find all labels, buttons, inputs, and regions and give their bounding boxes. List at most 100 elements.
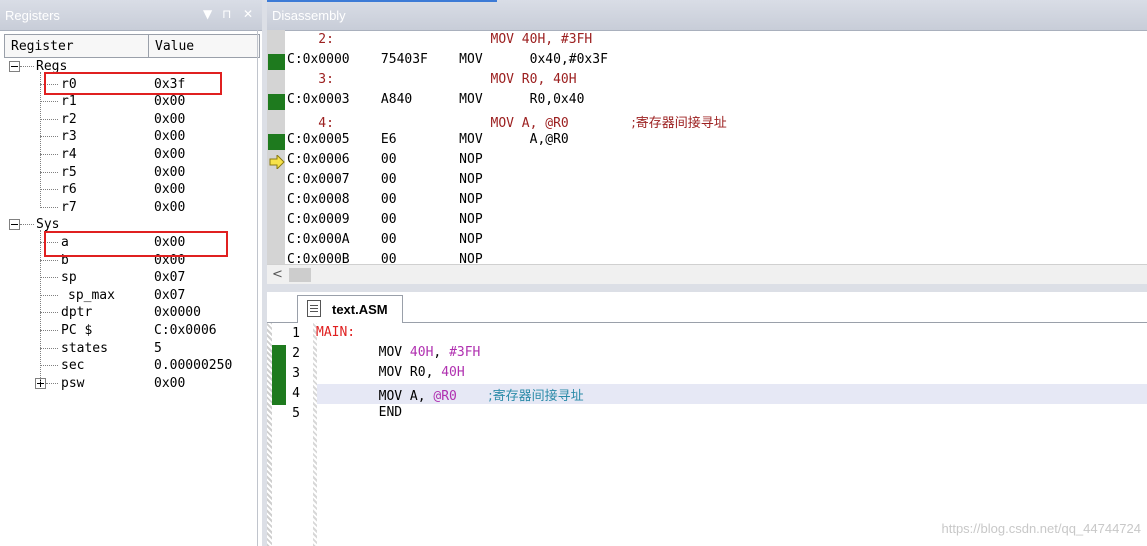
comment-text: ;寄存器间接寻址 [631, 116, 727, 131]
register-row[interactable]: r6 0x00 [0, 181, 258, 198]
disassembly-gutter [267, 30, 285, 264]
register-value: 0x0000 [154, 305, 201, 321]
register-value: C:0x0006 [154, 323, 217, 338]
tree-connector [40, 136, 58, 138]
code-token: MOV A, [316, 389, 434, 404]
register-row[interactable]: r4 0x00 [0, 146, 258, 163]
source-line[interactable]: 4: MOV A, @R0 ;寄存器间接寻址 [287, 112, 727, 132]
register-value: 0x00 [154, 94, 186, 110]
line-text: C:0x0003 A840 MOV R0,0x40 [287, 92, 585, 107]
register-row[interactable]: r3 0x00 [0, 128, 258, 145]
column-value[interactable]: Value [149, 35, 259, 57]
register-name: dptr [61, 305, 93, 321]
asm-line[interactable]: C:0x0000 75403F MOV 0x40,#0x3F [287, 52, 608, 72]
executed-marker [272, 365, 286, 385]
asm-line[interactable]: C:0x0009 00 NOP [287, 212, 483, 232]
editor-tabbar: text.ASM [267, 292, 1147, 323]
line-text: C:0x000A 00 NOP [287, 232, 483, 247]
executed-marker [272, 385, 286, 405]
executed-marker [268, 134, 285, 150]
asm-line[interactable]: C:0x0006 00 NOP [287, 152, 483, 172]
column-register[interactable]: Register [5, 35, 149, 57]
register-value: 0x00 [154, 129, 186, 145]
pin-icon[interactable]: ⊓ [222, 7, 231, 21]
register-value: 0x00 [154, 164, 186, 180]
tree-connector [40, 118, 58, 120]
tab-text-asm[interactable]: text.ASM [297, 295, 403, 323]
tree-connector [40, 294, 58, 296]
horizontal-scrollbar[interactable]: < [267, 264, 1147, 285]
source-line[interactable]: 3: MOV R0, 40H [287, 72, 577, 92]
code-line[interactable]: MOV R0, 40H [316, 365, 465, 385]
executed-marker [268, 54, 285, 70]
code-token: , [433, 345, 450, 360]
line-text: 3: MOV R0, 40H [287, 72, 577, 87]
register-value: 0x07 [154, 287, 186, 303]
asm-line[interactable]: C:0x0007 00 NOP [287, 172, 483, 192]
register-name: r7 [61, 199, 77, 215]
line-text: 4: MOV A, @R0 [287, 116, 632, 131]
register-row[interactable]: sp 0x07 [0, 269, 258, 286]
register-row[interactable]: sp_max 0x07 [0, 287, 258, 304]
tab-label: text.ASM [332, 302, 388, 317]
active-bar [267, 0, 497, 2]
executed-marker [272, 345, 286, 365]
register-value: 0x00 [154, 147, 186, 162]
splitter-horizontal[interactable] [267, 284, 1147, 292]
tree-connector [40, 330, 58, 331]
register-row[interactable]: r7 0x00 [0, 199, 258, 216]
register-row[interactable]: r1 0x00 [0, 93, 258, 110]
collapse-icon[interactable] [9, 61, 20, 72]
code-token: @R0 [433, 389, 457, 404]
register-value: 0x00 [154, 111, 186, 127]
executed-marker [268, 94, 285, 110]
disassembly-panel: Disassembly 2: MOV 40H, #3FH C:0x0000 754… [267, 0, 1147, 285]
register-row[interactable]: psw 0x00 [0, 375, 258, 392]
source-line[interactable]: 2: MOV 40H, #3FH [287, 32, 592, 52]
registers-header: Register Value [4, 34, 260, 58]
current-pc-arrow-icon [269, 155, 285, 169]
code-token: 40H [409, 345, 434, 360]
register-value: 0x07 [154, 270, 186, 286]
register-row[interactable]: dptr 0x0000 [0, 304, 258, 321]
line-number: 5 [292, 406, 300, 421]
line-text: C:0x0008 00 NOP [287, 192, 483, 207]
register-row[interactable]: states 5 [0, 340, 258, 357]
register-name: psw [61, 375, 85, 391]
close-icon[interactable]: ✕ [243, 7, 253, 21]
tree-connector [40, 365, 58, 367]
register-name: states [61, 340, 108, 356]
code-line[interactable]: MOV A, @R0 ;寄存器间接寻址 [316, 385, 584, 405]
code-token: MOV [316, 345, 410, 360]
tree-connector [40, 171, 58, 173]
asm-line[interactable]: C:0x0005 E6 MOV A,@R0 [287, 132, 569, 152]
registers-title: Registers [5, 8, 60, 23]
asm-line[interactable]: C:0x0003 A840 MOV R0,0x40 [287, 92, 584, 112]
register-name: r6 [61, 182, 77, 198]
tree-connector [40, 259, 58, 261]
dropdown-icon[interactable]: ▼ [203, 7, 212, 21]
register-name: r4 [61, 147, 77, 162]
code-token: MAIN: [316, 325, 356, 340]
register-value: 0x00 [154, 199, 186, 215]
code-line[interactable]: MOV 40H, #3FH [316, 345, 481, 365]
code-line[interactable]: END [316, 405, 402, 425]
tree-connector [40, 101, 58, 103]
register-row[interactable]: PC $ C:0x0006 [0, 322, 258, 339]
registers-panel: Registers ▼ ⊓ ✕ Register Value Regs r0 0x3… [0, 0, 262, 546]
asm-line[interactable]: C:0x0008 00 NOP [287, 192, 483, 212]
collapse-icon[interactable] [9, 219, 20, 231]
code-line[interactable]: MAIN: [316, 325, 355, 345]
register-value: 5 [154, 340, 162, 356]
register-row[interactable]: r2 0x00 [0, 111, 258, 128]
asm-line[interactable]: C:0x000A 00 NOP [287, 232, 483, 252]
register-value: 0x00 [154, 182, 186, 198]
scroll-thumb[interactable] [289, 268, 311, 282]
register-name: sec [61, 358, 85, 374]
register-name: r2 [61, 111, 77, 127]
line-text: 2: MOV 40H, #3FH [287, 32, 593, 47]
register-row[interactable]: r5 0x00 [0, 164, 258, 181]
register-name: r5 [61, 164, 77, 180]
register-row[interactable]: sec 0.00000250 [0, 357, 258, 374]
scroll-left-icon[interactable]: < [272, 267, 283, 282]
